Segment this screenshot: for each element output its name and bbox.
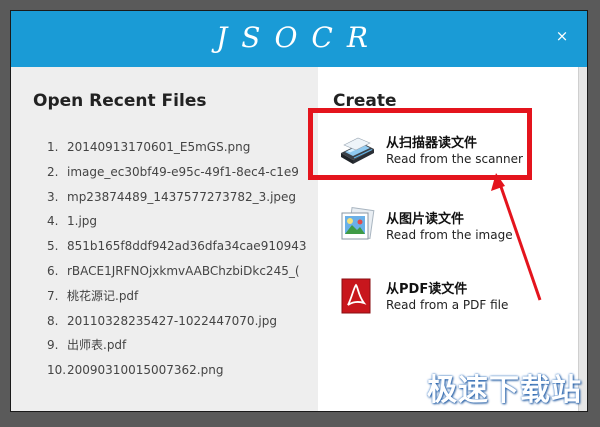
item-number: 2. [47,164,59,179]
recent-file-item[interactable]: 3. mp23874489_1437577273782_3.jpeg [47,187,307,212]
file-name: 1.jpg [67,214,98,229]
file-name: 20110328235427-1022447070.jpg [67,313,277,328]
item-number: 7. [47,288,59,303]
scanner-label-cn: 从扫描器读文件 [386,136,478,151]
file-name: rBACE1JRFNOjxkmvAABChzbiDkc245_( [67,263,300,278]
recent-file-item[interactable]: 7. 桃花源记.pdf [47,286,307,311]
scrollbar[interactable] [578,67,587,411]
file-name: mp23874489_1437577273782_3.jpeg [67,189,297,204]
scanner-label-en: Read from the scanner [386,152,523,166]
file-name: 851b165f8ddf942ad36dfa34cae910943 [67,239,307,254]
item-number: 9. [47,338,59,353]
image-label-en: Read from the image [386,228,513,242]
file-name: image_ec30bf49-e95c-49f1-8ec4-c1e9 [67,164,299,179]
recent-file-item[interactable]: 8. 20110328235427-1022447070.jpg [47,311,307,336]
scanner-icon [341,137,374,164]
image-file-icon [341,207,375,240]
recent-file-item[interactable]: 6. rBACE1JRFNOjxkmvAABChzbiDkc245_( [47,261,307,286]
recent-files-list: 1. 20140913170601_E5mGS.png 2. image_ec30b… [47,137,307,385]
create-heading: Create [333,91,397,111]
read-from-pdf-button[interactable]: 从PDF读文件 Read from a PDF file [338,275,568,321]
pdf-label-cn: 从PDF读文件 [386,282,468,297]
recent-file-item[interactable]: 2. image_ec30bf49-e95c-49f1-8ec4-c1e9 [47,162,307,187]
item-number: 5. [47,239,59,254]
item-number: 1. [47,140,59,154]
image-label-cn: 从图片读文件 [386,212,465,227]
recent-file-item[interactable]: 9. 出师表.pdf [47,335,307,360]
jsocr-dialog: JSOCR × Open Recent Files 1. 201409131706… [10,10,588,412]
recent-file-item[interactable]: 4. 1.jpg [47,211,307,236]
pdf-label-en: Read from a PDF file [386,298,509,312]
recent-files-pane: Open Recent Files 1. 20140913170601_E5mGS… [11,67,318,411]
item-number: 10. [47,363,67,378]
recent-file-item[interactable]: 1. 20140913170601_E5mGS.png [47,137,307,162]
item-number: 3. [47,189,59,204]
file-name: 20090310015007362.png [67,363,224,378]
app-title: JSOCR [216,21,382,54]
watermark-text: 极速下载站 [427,373,582,408]
pdf-file-icon [341,278,371,314]
create-pane: Create 从扫描器读文件 Read from the scanner 从图片… [318,67,580,411]
file-name: 桃花源记.pdf [67,288,139,303]
item-number: 8. [47,313,59,328]
file-name: 20140913170601_E5mGS.png [67,140,251,154]
close-button[interactable]: × [555,29,569,44]
recent-file-item[interactable]: 10.20090310015007362.png [47,360,307,385]
read-from-scanner-button[interactable]: 从扫描器读文件 Read from the scanner [338,129,568,175]
title-bar: JSOCR × [11,11,587,67]
recent-files-heading: Open Recent Files [33,91,207,111]
item-number: 6. [47,263,59,278]
recent-file-item[interactable]: 5. 851b165f8ddf942ad36dfa34cae910943 [47,236,307,261]
file-name: 出师表.pdf [67,338,127,353]
item-number: 4. [47,214,59,229]
read-from-image-button[interactable]: 从图片读文件 Read from the image [338,205,568,251]
